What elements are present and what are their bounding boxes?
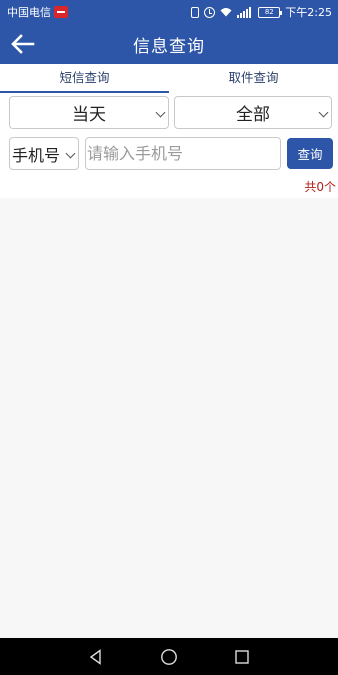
status-left: 中国电信 bbox=[7, 4, 68, 20]
carrier-badge-icon bbox=[54, 6, 68, 18]
tab-pickup-query[interactable]: 取件查询 bbox=[169, 64, 338, 93]
arrow-left-icon bbox=[11, 34, 35, 54]
filter-panel: 当天 全部 手机号 查询 共0个 bbox=[0, 93, 338, 198]
search-field-select[interactable]: 手机号 bbox=[9, 137, 79, 170]
result-count: 共0个 bbox=[304, 180, 336, 194]
wifi-icon bbox=[220, 8, 232, 17]
signal-icon bbox=[237, 6, 253, 18]
vibrate-icon bbox=[191, 6, 200, 18]
square-recent-icon bbox=[234, 649, 249, 664]
category-select[interactable]: 全部 bbox=[174, 96, 332, 129]
nav-home-button[interactable] bbox=[159, 647, 179, 667]
back-button[interactable] bbox=[8, 30, 38, 58]
status-right: 82 下午2:25 bbox=[191, 4, 332, 20]
triangle-back-icon bbox=[90, 648, 102, 665]
tab-sms-query[interactable]: 短信查询 bbox=[0, 64, 169, 93]
nav-recent-button[interactable] bbox=[232, 647, 252, 667]
carrier-name: 中国电信 bbox=[7, 6, 51, 19]
tab-bar: 短信查询 取件查询 bbox=[0, 64, 338, 93]
chevron-down-icon bbox=[155, 107, 166, 118]
alarm-icon bbox=[204, 6, 216, 18]
search-field-value: 手机号 bbox=[12, 145, 61, 165]
phone-input[interactable] bbox=[85, 137, 281, 170]
nav-back-button[interactable] bbox=[86, 647, 106, 667]
page-title: 信息查询 bbox=[133, 36, 205, 57]
date-range-value: 当天 bbox=[72, 105, 106, 125]
battery-icon: 82 bbox=[258, 6, 283, 18]
date-range-select[interactable]: 当天 bbox=[9, 96, 169, 129]
app-bar: 信息查询 bbox=[0, 24, 338, 64]
result-list bbox=[0, 198, 338, 638]
chevron-down-icon bbox=[65, 148, 76, 159]
clock: 下午2:25 bbox=[285, 6, 332, 19]
circle-home-icon bbox=[161, 648, 177, 665]
system-nav-bar bbox=[0, 638, 338, 675]
status-bar: 中国电信 82 下午2:25 bbox=[0, 0, 338, 24]
chevron-down-icon bbox=[318, 107, 329, 118]
category-value: 全部 bbox=[236, 105, 270, 125]
query-button[interactable]: 查询 bbox=[287, 138, 333, 169]
